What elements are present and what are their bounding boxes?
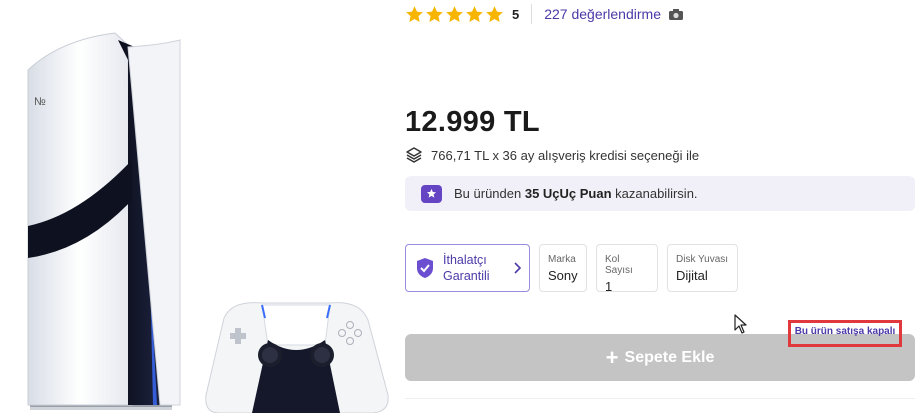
attribute-label: Disk Yuvası (676, 254, 729, 265)
credit-text: 766,71 TL x 36 ay alışveriş kredisi seçe… (431, 147, 700, 163)
star-badge-icon (421, 184, 442, 203)
divider (405, 398, 915, 399)
star-icon (446, 5, 463, 22)
credit-option: 766,71 TL x 36 ay alışveriş kredisi seçe… (405, 146, 699, 164)
attribute-value: Sony (548, 268, 578, 283)
attribute-value: Dijital (676, 268, 708, 283)
chevron-right-icon (514, 262, 521, 274)
points-prefix: Bu üründen (454, 186, 525, 201)
product-image[interactable]: № (0, 0, 395, 414)
add-to-cart-label: Sepete Ekle (624, 348, 715, 366)
layers-icon (406, 147, 422, 163)
divider (531, 4, 533, 24)
star-icon (486, 5, 503, 22)
points-banner: Bu üründen 35 UçUç Puan kazanabilirsin. (405, 176, 915, 211)
attribute-value: 1 (605, 279, 613, 294)
product-attributes: İthalatçı Garantili Marka Sony Kol Sayıs… (405, 244, 738, 294)
svg-text:№: № (34, 96, 46, 108)
attribute-controller-count: Kol Sayısı 1 (596, 244, 658, 294)
attribute-disk-slot: Disk Yuvası Dijital (667, 244, 738, 292)
attribute-brand: Marka Sony (539, 244, 587, 292)
importer-warranty-card[interactable]: İthalatçı Garantili (405, 244, 530, 292)
sale-closed-label: Bu ürün satışa kapalı (788, 320, 902, 347)
star-icon (406, 5, 423, 22)
points-text: Bu üründen 35 UçUç Puan kazanabilirsin. (454, 186, 698, 201)
rating-value: 5 (512, 6, 520, 22)
rating-row: 5 227 değerlendirme (405, 4, 683, 24)
points-amount: 35 UçUç Puan (524, 186, 612, 201)
importer-line-2: Garantili (443, 269, 490, 283)
shield-check-icon (417, 258, 433, 278)
attribute-label: Marka (548, 254, 576, 265)
star-icon (426, 5, 443, 22)
plus-icon: + (605, 344, 619, 370)
attribute-label: Kol Sayısı (605, 254, 633, 276)
star-icon (466, 5, 483, 22)
importer-warranty-label: İthalatçı Garantili (443, 252, 513, 284)
product-price: 12.999 TL (405, 106, 540, 138)
reviews-link[interactable]: 227 değerlendirme (544, 6, 661, 22)
camera-icon (668, 8, 683, 20)
star-rating (405, 5, 504, 24)
importer-line-1: İthalatçı (443, 253, 487, 267)
mouse-cursor-icon (734, 314, 747, 334)
points-suffix: kazanabilirsin. (611, 186, 698, 201)
